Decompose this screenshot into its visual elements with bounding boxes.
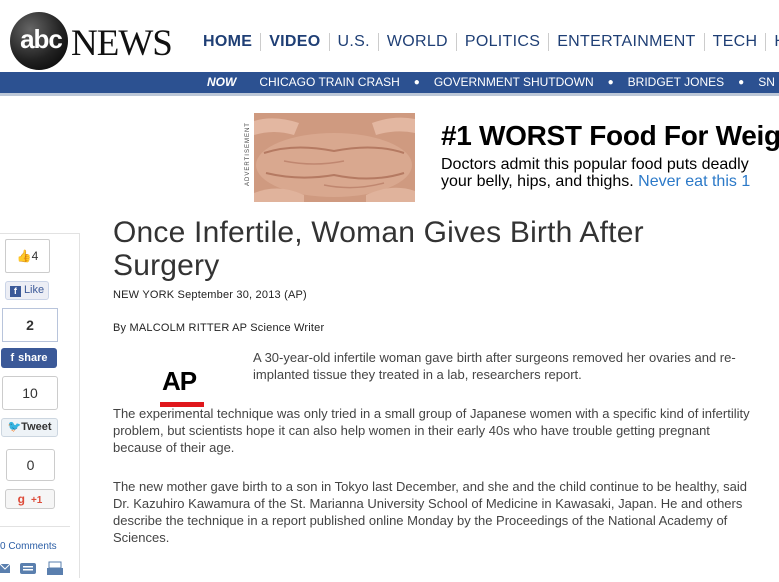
ad-image[interactable] [254, 113, 415, 202]
nav-us[interactable]: U.S. [328, 33, 378, 51]
article-dateline: NEW YORK September 30, 2013 (AP) [113, 289, 307, 301]
article-paragraph: The experimental technique was only trie… [113, 406, 750, 455]
plusone-count-box: 0 [6, 449, 55, 481]
comments-link[interactable]: 0 Comments [0, 541, 57, 552]
tweet-button[interactable]: 🐦Tweet [1, 418, 58, 437]
ad-body-line2: your belly, hips, and thighs. Never eat … [441, 173, 750, 190]
now-label: NOW [207, 75, 237, 89]
nav-world[interactable]: WORLD [377, 33, 456, 51]
ad-link[interactable]: Never eat this 1 [638, 173, 750, 190]
tweet-label: Tweet [21, 421, 52, 433]
like-count-box: 👍4 [5, 239, 50, 273]
article-byline: By MALCOLM RITTER AP Science Writer [113, 322, 325, 334]
facebook-icon: f [10, 352, 15, 364]
nav-home[interactable]: HOME [196, 33, 260, 51]
separator-dot: ● [738, 76, 745, 88]
article-title: Once Infertile, Woman Gives Birth After … [113, 216, 644, 282]
logo-abc-text: abc [20, 24, 63, 54]
like-count: 4 [31, 249, 39, 263]
trending-link[interactable]: SN [758, 75, 775, 89]
ad-body-line2-text: your belly, hips, and thighs. [441, 173, 634, 190]
nav-politics[interactable]: POLITICS [455, 33, 548, 51]
tool-icons-graphic [0, 561, 63, 575]
ad-label: ADVERTISEMENT [242, 113, 254, 201]
ad-label-text: ADVERTISEMENT [245, 122, 251, 186]
like-label: Like [23, 284, 45, 296]
google-plus-icon: g [17, 492, 25, 506]
plusone-count: 0 [26, 457, 35, 473]
abc-news-logo[interactable]: abc NEWS [10, 12, 175, 70]
nav-entertainment[interactable]: ENTERTAINMENT [548, 33, 703, 51]
separator-dot: ● [607, 76, 614, 88]
logo-news-text: NEWS [71, 23, 173, 64]
tweet-count-box: 10 [2, 376, 58, 410]
nav-video[interactable]: VIDEO [260, 33, 328, 51]
plusone-label: +1 [30, 495, 43, 506]
facebook-share-button[interactable]: f share [1, 348, 57, 368]
print-icon [48, 561, 62, 569]
article-paragraph: A 30-year-old infertile woman gave birth… [253, 350, 736, 382]
separator-dot: ● [413, 76, 420, 88]
sidebar-divider [0, 526, 70, 527]
nav-tech[interactable]: TECH [703, 33, 766, 51]
google-plusone-button[interactable]: g +1 [5, 489, 55, 509]
sidebar-tool-icons [0, 560, 70, 577]
ad-image-graphic [254, 113, 415, 202]
tweet-count: 10 [22, 385, 38, 401]
share-count: 2 [26, 317, 34, 333]
trending-bar: NOW CHICAGO TRAIN CRASH ● GOVERNMENT SHU… [0, 72, 779, 96]
ad-body[interactable]: Doctors admit this popular food puts dea… [441, 156, 750, 190]
facebook-icon: f [9, 286, 21, 297]
trending-link[interactable]: BRIDGET JONES [628, 75, 724, 89]
trending-link[interactable]: CHICAGO TRAIN CRASH [259, 75, 399, 89]
ad-headline[interactable]: #1 WORST Food For Weigh [441, 120, 779, 152]
trending-link[interactable]: GOVERNMENT SHUTDOWN [434, 75, 594, 89]
site-header: abc NEWS HOME VIDEO U.S. WORLD POLITICS … [0, 0, 779, 72]
facebook-like-button[interactable]: f Like [5, 281, 49, 300]
ap-logo: AP [160, 366, 204, 408]
nav-health[interactable]: H [765, 33, 779, 51]
main-nav: HOME VIDEO U.S. WORLD POLITICS ENTERTAIN… [196, 33, 779, 51]
article-paragraph: The new mother gave birth to a son in To… [113, 479, 748, 545]
ad-body-line1: Doctors admit this popular food puts dea… [441, 156, 749, 173]
ap-logo-text: AP [162, 366, 197, 396]
share-label: share [18, 352, 48, 364]
share-count-box: 2 [2, 308, 58, 342]
twitter-bird-icon: 🐦 [7, 421, 22, 433]
thumbs-up-icon: 👍 [16, 249, 32, 263]
comment-icon [20, 563, 36, 574]
